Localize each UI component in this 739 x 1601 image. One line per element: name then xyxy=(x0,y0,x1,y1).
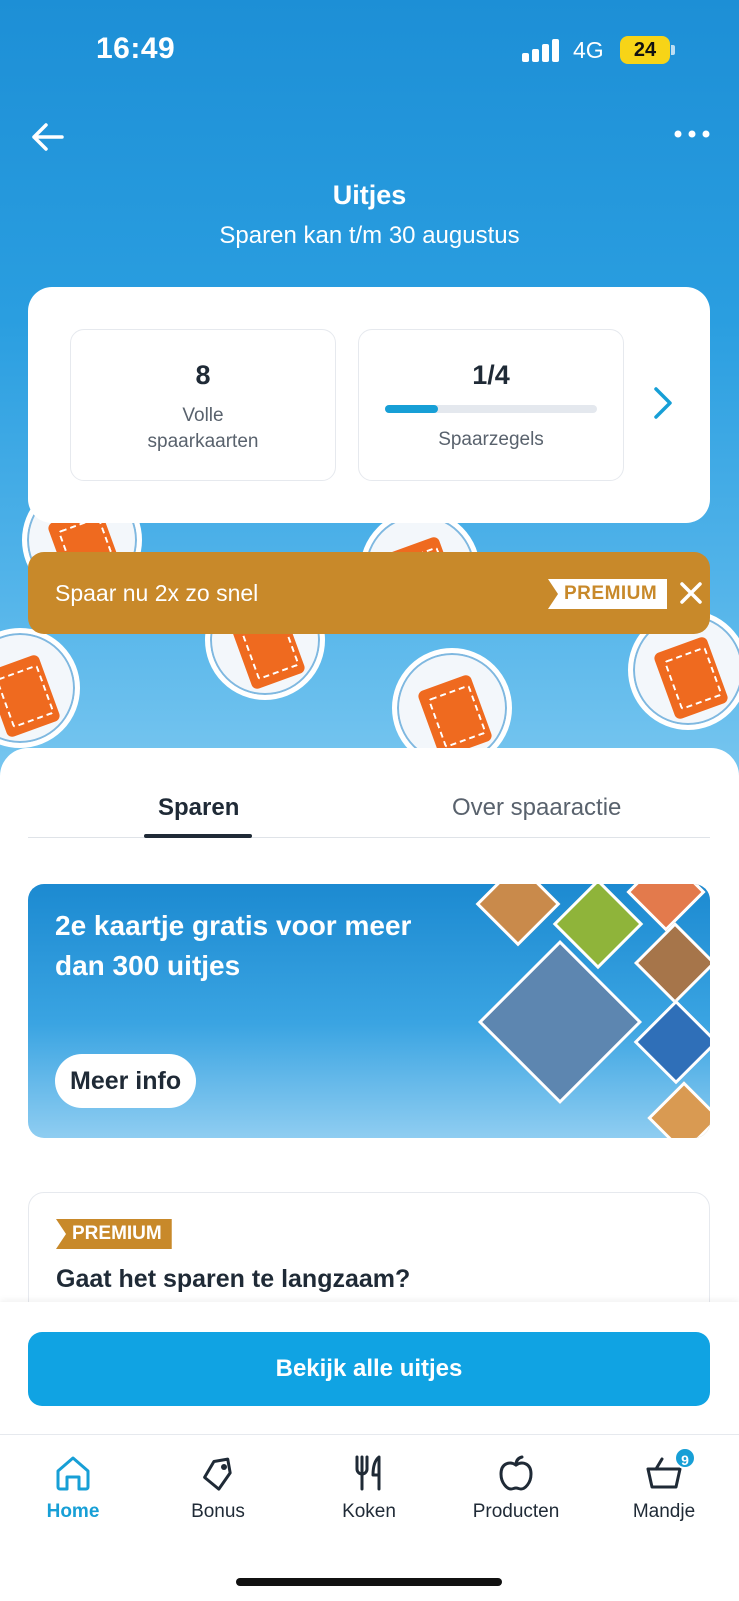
full-cards-label: Volle spaarkaarten xyxy=(147,405,259,452)
more-options-icon[interactable] xyxy=(672,127,712,147)
tag-icon xyxy=(203,1457,232,1491)
stamps-progress-bar xyxy=(385,405,597,413)
cart-count-badge: 9 xyxy=(674,1447,696,1469)
stamp-decoration xyxy=(0,628,80,748)
status-time: 16:49 xyxy=(96,32,176,65)
full-cards-value: 8 xyxy=(195,360,211,390)
nav-bonus[interactable]: Bonus xyxy=(158,1453,278,1523)
chevron-right-icon[interactable] xyxy=(651,383,675,423)
nav-koken[interactable]: Koken xyxy=(309,1453,429,1523)
network-type: 4G xyxy=(573,37,604,63)
battery-tip xyxy=(671,45,675,55)
signal-icon xyxy=(522,38,562,62)
view-all-outings-button[interactable]: Bekijk alle uitjes xyxy=(28,1332,710,1406)
active-tab-indicator xyxy=(144,834,252,838)
premium-badge: PREMIUM xyxy=(548,579,668,609)
page-subtitle: Sparen kan t/m 30 augustus xyxy=(219,222,520,249)
stamps-value: 1/4 xyxy=(472,360,510,390)
home-icon xyxy=(56,1456,90,1491)
savings-stats-card[interactable]: 8 Volle spaarkaarten 1/4 Spaarzegels xyxy=(28,287,710,523)
attractions-collage-image xyxy=(458,884,710,1138)
stamps-label: Spaarzegels xyxy=(438,429,544,450)
more-info-button[interactable]: Meer info xyxy=(55,1054,197,1108)
nav-label: Koken xyxy=(342,1501,396,1522)
bottom-navigation: Home Bonus Koken Producten 9 Mandje xyxy=(0,1434,739,1601)
nav-label: Mandje xyxy=(632,1501,696,1522)
premium-card-title: Gaat het sparen te langzaam? xyxy=(56,1265,411,1293)
promo-text: Spaar nu 2x zo snel xyxy=(55,580,259,606)
tab-sparen[interactable]: Sparen xyxy=(158,794,239,822)
close-icon[interactable] xyxy=(678,580,704,606)
nav-label: Home xyxy=(46,1501,100,1522)
page-title: Uitjes xyxy=(332,180,407,210)
apple-icon xyxy=(499,1455,533,1491)
nav-label: Bonus xyxy=(191,1501,245,1522)
stamps-stat: 1/4 Spaarzegels xyxy=(358,329,624,481)
cutlery-icon xyxy=(355,1455,381,1491)
status-bar: 16:49 4G 24 xyxy=(0,0,739,100)
banner-title: 2e kaartje gratis voor meer dan 300 uitj… xyxy=(55,910,412,981)
nav-label: Producten xyxy=(472,1501,560,1522)
full-cards-stat: 8 Volle spaarkaarten xyxy=(70,329,336,481)
battery-icon: 24 xyxy=(620,36,670,64)
home-indicator xyxy=(236,1578,502,1586)
info-banner: 2e kaartje gratis voor meer dan 300 uitj… xyxy=(28,884,710,1138)
premium-badge: PREMIUM xyxy=(56,1219,172,1249)
premium-promo-banner[interactable]: Spaar nu 2x zo snel PREMIUM xyxy=(28,552,710,634)
tab-bar: Sparen Over spaaractie xyxy=(28,788,710,838)
nav-home[interactable]: Home xyxy=(13,1453,133,1523)
nav-producten[interactable]: Producten xyxy=(456,1453,576,1523)
stamps-progress-fill xyxy=(385,405,438,413)
tab-over-spaaractie[interactable]: Over spaaractie xyxy=(452,794,621,822)
cta-container: Bekijk alle uitjes xyxy=(0,1302,739,1434)
nav-mandje[interactable]: 9 Mandje xyxy=(604,1447,724,1523)
back-arrow-icon[interactable] xyxy=(28,117,68,157)
